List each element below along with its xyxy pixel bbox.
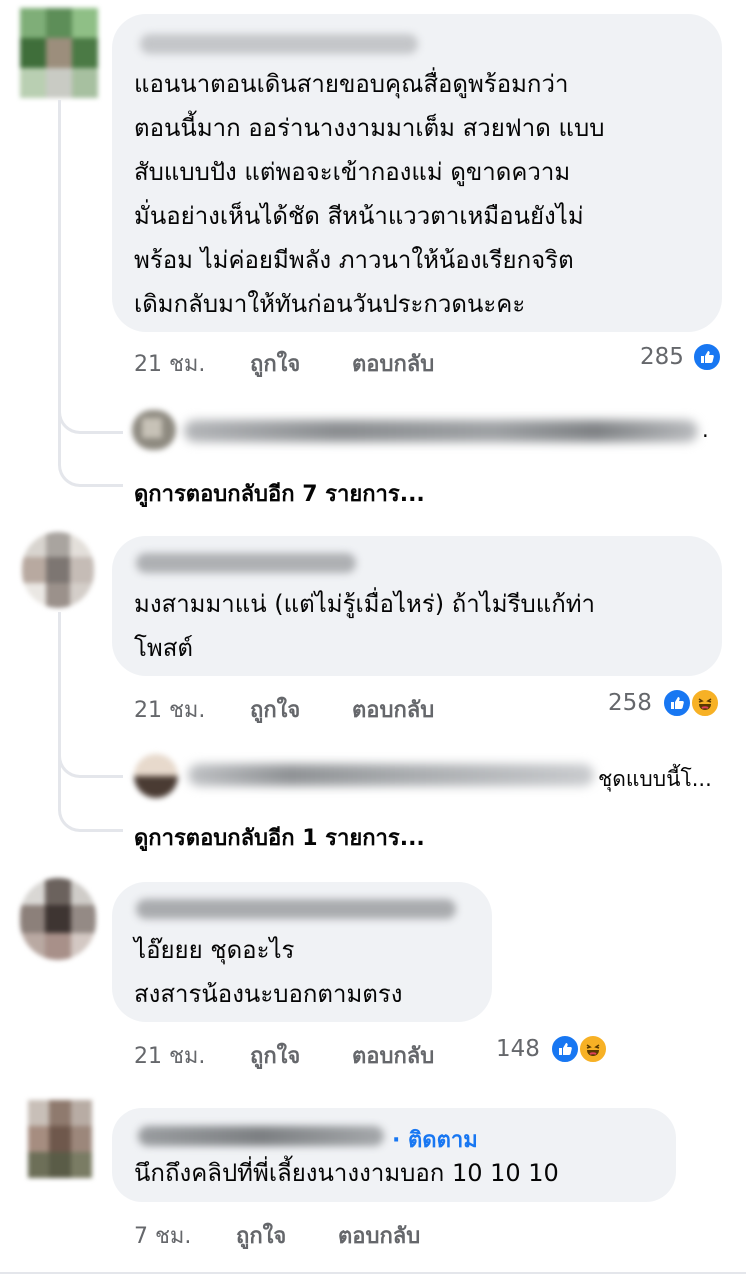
- comment-text-line: พร้อม ไม่ค่อยมีพลัง ภาวนาให้น้องเรียกจริ…: [134, 246, 574, 274]
- view-more-replies[interactable]: ดูการตอบกลับอีก 7 รายการ...: [134, 476, 425, 511]
- thread-line: [58, 612, 61, 802]
- commenter-name[interactable]: [136, 553, 356, 573]
- comment-text-line: แอนนาตอนเดินสายขอบคุณสื่อดูพร้อมกว่า: [134, 70, 569, 98]
- reply-button[interactable]: ตอบกลับ: [352, 1038, 434, 1073]
- reply-preview-tail: .: [702, 418, 709, 442]
- reply-preview[interactable]: [184, 420, 698, 442]
- comment-text-line: ไอ๊ยยย ชุดอะไร: [134, 936, 295, 964]
- comment-text-line: โพสต์: [134, 634, 193, 662]
- avatar[interactable]: [28, 1100, 92, 1178]
- avatar[interactable]: [132, 410, 176, 450]
- commenter-name[interactable]: [136, 899, 456, 919]
- like-icon[interactable]: [692, 342, 722, 372]
- comment-time[interactable]: 7 ชม.: [134, 1218, 191, 1253]
- reply-preview-tail: ชุดแบบนี้โ...: [598, 767, 712, 791]
- bottom-divider: [0, 1272, 746, 1274]
- comment-time[interactable]: 21 ชม.: [134, 1038, 205, 1073]
- haha-icon[interactable]: [690, 688, 720, 718]
- like-icon[interactable]: [662, 688, 692, 718]
- avatar[interactable]: [20, 8, 98, 98]
- comment-text-line: สับแบบปัง แต่พอจะเข้ากองแม่ ดูขาดความ: [134, 158, 571, 186]
- comment-text-line: มั่นอย่างเห็นได้ชัด สีหน้าแววตาเหมือนยัง…: [134, 202, 584, 230]
- thread-connector: [58, 795, 123, 832]
- commenter-name[interactable]: [138, 1126, 384, 1146]
- like-button[interactable]: ถูกใจ: [250, 692, 300, 727]
- reply-button[interactable]: ตอบกลับ: [338, 1218, 420, 1253]
- comment-text-line: ตอนนี้มาก ออร่านางงามมาเต็ม สวยฟาด แบบ: [134, 114, 605, 142]
- comment-text-line: สงสารน้องนะบอกตามตรง: [134, 980, 403, 1008]
- reaction-count[interactable]: 285: [640, 344, 684, 370]
- reaction-count[interactable]: 258: [608, 690, 652, 716]
- comment-time[interactable]: 21 ชม.: [134, 346, 205, 381]
- avatar[interactable]: [22, 532, 94, 608]
- view-more-replies[interactable]: ดูการตอบกลับอีก 1 รายการ...: [134, 820, 425, 855]
- avatar[interactable]: [20, 878, 96, 960]
- thread-connector: [58, 395, 123, 434]
- thread-connector: [58, 735, 123, 778]
- thread-connector: [58, 450, 123, 487]
- like-button[interactable]: ถูกใจ: [236, 1218, 286, 1253]
- comment-text-line: เดิมกลับมาให้ทันก่อนวันประกวดนะคะ: [134, 290, 526, 318]
- reaction-count[interactable]: 148: [496, 1036, 540, 1062]
- like-icon[interactable]: [550, 1034, 580, 1064]
- comment-time[interactable]: 21 ชม.: [134, 692, 205, 727]
- avatar[interactable]: [134, 754, 178, 798]
- reply-button[interactable]: ตอบกลับ: [352, 346, 434, 381]
- reply-button[interactable]: ตอบกลับ: [352, 692, 434, 727]
- comment-text-line: มงสามมาแน่ (แต่ไม่รู้เมื่อไหร่) ถ้าไม่รี…: [134, 590, 596, 618]
- like-button[interactable]: ถูกใจ: [250, 346, 300, 381]
- like-button[interactable]: ถูกใจ: [250, 1038, 300, 1073]
- reply-preview[interactable]: [188, 764, 594, 786]
- comment-text-line: นึกถึงคลิปที่พี่เลี้ยงนางงามบอก 10 10 10: [134, 1159, 559, 1187]
- commenter-name[interactable]: [140, 34, 418, 54]
- haha-icon[interactable]: [578, 1034, 608, 1064]
